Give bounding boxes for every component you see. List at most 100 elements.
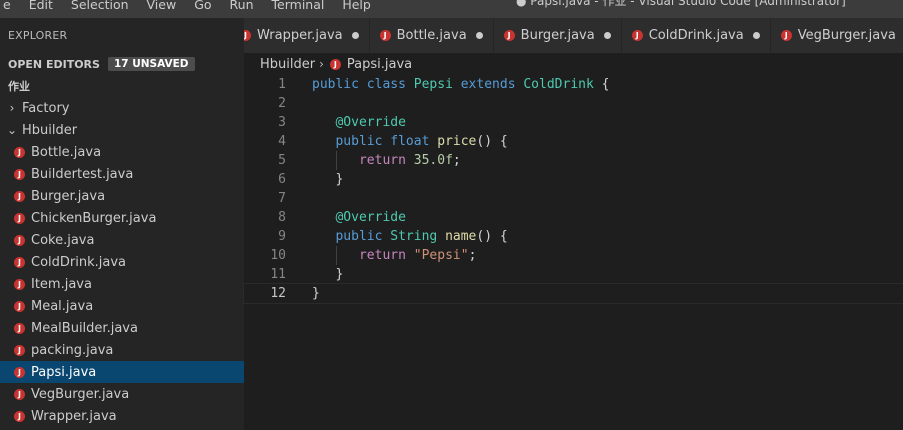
line-number: 5 <box>278 153 286 168</box>
line-number: 4 <box>278 134 286 149</box>
menu-go[interactable]: Go <box>185 0 220 14</box>
java-file-icon: J <box>631 30 643 41</box>
tab-burger[interactable]: J Burger.java <box>493 18 622 53</box>
folder-label: Factory <box>22 100 70 116</box>
line-number: 7 <box>278 191 286 206</box>
tab-colddrink[interactable]: J ColdDrink.java <box>621 18 771 53</box>
file-label: Papsi.java <box>31 364 97 380</box>
file-label: Burger.java <box>31 188 106 204</box>
code-text: } <box>312 172 344 187</box>
code-line[interactable]: 3 @Override <box>244 113 903 132</box>
file-item[interactable]: Jpacking.java <box>0 339 244 361</box>
code-line[interactable]: 2 <box>244 94 903 113</box>
file-label: ChickenBurger.java <box>31 210 157 226</box>
file-item[interactable]: J Burger.java <box>0 185 244 207</box>
menu-view[interactable]: View <box>138 0 186 14</box>
open-editors-section[interactable]: OPEN EDITORS 17 UNSAVED <box>0 53 244 75</box>
line-number: 6 <box>278 172 286 187</box>
workspace-label: 作业 <box>8 80 30 93</box>
code-line[interactable]: 7 <box>244 189 903 208</box>
chevron-right-icon: › <box>9 101 15 115</box>
file-label: Coke.java <box>31 232 95 248</box>
java-file-icon: J <box>14 168 25 180</box>
folder-factory[interactable]: › Factory <box>0 97 244 119</box>
code-line[interactable]: 1 public class Pepsi extends ColdDrink { <box>244 75 903 94</box>
file-label: Bottle.java <box>31 144 102 160</box>
code-text: } <box>312 286 320 301</box>
file-item[interactable]: J MealBuilder.java <box>0 317 244 339</box>
code-text: public float price() { <box>335 134 508 149</box>
code-line[interactable]: 9 public String name() { <box>244 227 903 246</box>
open-editors-label: OPEN EDITORS <box>8 57 100 71</box>
tab-vegburger[interactable]: J VegBurger.java <box>770 18 903 53</box>
java-file-icon: J <box>503 30 515 41</box>
file-item[interactable]: J Papsi.java <box>0 361 244 383</box>
file-item[interactable]: J ChickenBurger.java <box>0 207 244 229</box>
java-file-icon: J <box>14 300 25 312</box>
file-label: packing.java <box>31 342 114 358</box>
file-item[interactable]: J ColdDrink.java <box>0 251 244 273</box>
unsaved-dot-icon[interactable] <box>475 32 483 39</box>
line-number: 8 <box>278 210 286 225</box>
code-line[interactable]: 6 } <box>244 170 903 189</box>
java-file-icon: J <box>14 410 25 422</box>
chevron-down-icon: ⌄ <box>6 123 18 137</box>
title-bar: e Edit Selection View Go Run Terminal He… <box>0 0 903 18</box>
java-file-icon: J <box>329 58 341 70</box>
file-item[interactable]: J Buildertest.java <box>0 163 244 185</box>
code-line[interactable]: 5 return 35.0f; <box>244 151 903 170</box>
line-number: 10 <box>270 248 286 263</box>
unsaved-badge: 17 UNSAVED <box>107 57 195 71</box>
file-item[interactable]: J Bottle.java <box>0 141 244 163</box>
code-lines[interactable]: 1 public class Pepsi extends ColdDrink {2… <box>243 75 903 304</box>
line-number: 3 <box>278 115 286 130</box>
breadcrumb-file[interactable]: Papsi.java <box>347 57 412 72</box>
java-file-icon: J <box>379 30 391 41</box>
workspace-section[interactable]: 作业 <box>0 75 244 97</box>
code-text: } <box>312 267 344 282</box>
file-label: Meal.java <box>31 298 94 314</box>
java-file-icon: J <box>780 30 792 41</box>
file-label: Wrapper.java <box>31 408 117 424</box>
breadcrumb: Hbuilder › J Papsi.java <box>244 53 903 75</box>
line-number: 11 <box>270 267 286 282</box>
code-editor[interactable]: 1 public class Pepsi extends ColdDrink {2… <box>243 75 903 430</box>
java-file-icon: J <box>244 30 251 41</box>
java-file-icon: J <box>14 146 25 158</box>
tab-wrapper[interactable]: J Wrapper.java <box>244 18 370 53</box>
menu-edit[interactable]: Edit <box>20 0 62 14</box>
file-item[interactable]: J VegBurger.java <box>0 383 244 405</box>
code-line[interactable]: 8 @Override <box>244 208 903 227</box>
code-line[interactable]: 12} <box>243 283 903 304</box>
java-file-icon: J <box>14 190 25 202</box>
code-line[interactable]: 4 public float price() { <box>244 132 903 151</box>
java-file-icon: J <box>14 256 25 268</box>
menu-run[interactable]: Run <box>221 0 263 14</box>
file-item[interactable]: J Coke.java <box>0 229 244 251</box>
breadcrumb-folder[interactable]: Hbuilder <box>260 57 315 72</box>
menu-file[interactable]: e <box>0 0 20 14</box>
unsaved-dot-icon[interactable] <box>603 32 611 39</box>
menu-selection[interactable]: Selection <box>62 0 138 14</box>
file-item[interactable]: J Item.java <box>0 273 244 295</box>
file-item[interactable]: J Wrapper.java <box>0 405 244 427</box>
tab-bottle[interactable]: J Bottle.java <box>369 18 494 53</box>
folder-label: Hbuilder <box>22 122 78 138</box>
unsaved-dot-icon[interactable] <box>351 32 359 39</box>
unsaved-dot-icon[interactable] <box>752 32 760 39</box>
file-label: MealBuilder.java <box>31 320 138 336</box>
folder-hbuilder[interactable]: ⌄ Hbuilder <box>0 119 244 141</box>
chevron-right-icon: › <box>319 57 324 71</box>
code-line[interactable]: 11 } <box>244 265 903 284</box>
menu-help[interactable]: Help <box>333 0 380 14</box>
code-text: return "Pepsi"; <box>358 248 477 263</box>
code-text: @Override <box>335 115 406 130</box>
explorer-title: EXPLORER <box>8 29 68 42</box>
tab-label: VegBurger.java <box>797 28 896 43</box>
java-file-icon: J <box>14 234 25 246</box>
menu-terminal[interactable]: Terminal <box>263 0 334 14</box>
java-file-icon: J <box>14 278 25 290</box>
code-line[interactable]: 10 return "Pepsi"; <box>244 246 903 265</box>
window-title: ● Papsi.java - 作业 - Visual Studio Code [… <box>516 0 846 8</box>
file-item[interactable]: J Meal.java <box>0 295 244 317</box>
